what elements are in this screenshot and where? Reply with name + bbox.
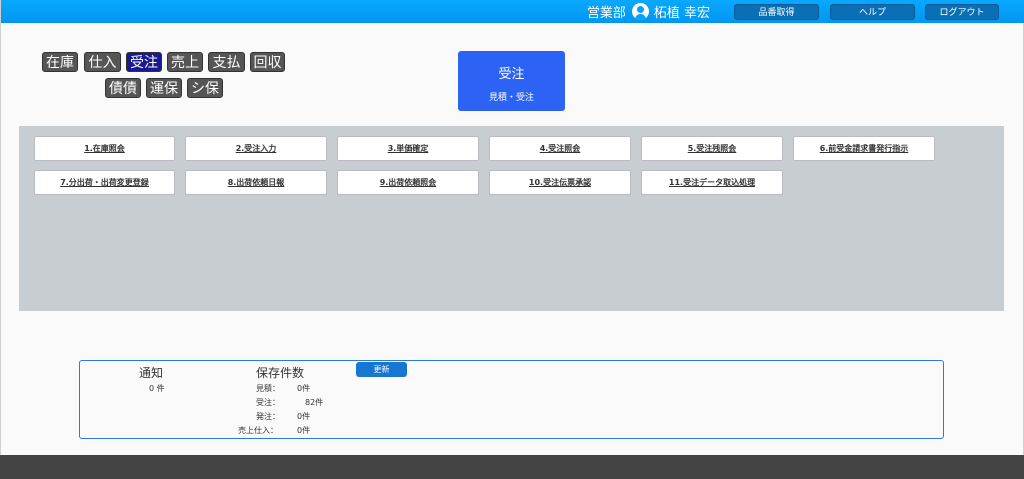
menu-order-data-import[interactable]: 11.受注データ取込処理 [641, 170, 783, 195]
saved-value-estimate: 0件 [297, 384, 311, 393]
notice-title: 通知 [139, 366, 164, 380]
selected-category-subtitle: 見積・受注 [488, 93, 534, 103]
category-transport-insurance[interactable]: 運保 [146, 78, 182, 98]
selected-category-title: 受注 [498, 67, 525, 82]
menu-order-slip-approval[interactable]: 10.受注伝票承認 [489, 170, 631, 195]
menu-inventory-inquiry[interactable]: 1.在庫照会 [34, 136, 175, 161]
menu-panel: 1.在庫照会 2.受注入力 3.単価確定 4.受注照会 5.受注残照会 6.前受… [19, 126, 1004, 311]
top-bar: 営業部 柘植 幸宏 品番取得 ヘルプ ログアウト [1, 0, 1024, 23]
category-payment[interactable]: 支払 [208, 52, 245, 72]
department-label: 営業部 [586, 6, 626, 21]
user-icon [631, 3, 649, 20]
category-debt[interactable]: 債債 [105, 78, 141, 98]
selected-category-box: 受注 見積・受注 [458, 51, 565, 111]
notice-count: 0 件 [149, 384, 165, 393]
menu-advance-invoice-instruction[interactable]: 6.前受金請求書発行指示 [793, 136, 935, 161]
saved-value-purchase-order: 0件 [297, 412, 311, 421]
help-button[interactable]: ヘルプ [830, 3, 915, 20]
category-collection[interactable]: 回収 [250, 52, 285, 72]
category-purchase[interactable]: 仕入 [84, 52, 121, 72]
category-sales[interactable]: 売上 [167, 52, 203, 72]
saved-value-sales-purchase: 0件 [297, 426, 311, 435]
menu-shipment-request-daily[interactable]: 8.出荷依頼日報 [185, 170, 327, 195]
menu-unit-price-confirm[interactable]: 3.単価確定 [337, 136, 479, 161]
menu-shipment-request-inquiry[interactable]: 9.出荷依頼照会 [337, 170, 479, 195]
category-inventory[interactable]: 在庫 [42, 52, 78, 72]
app-frame: 営業部 柘植 幸宏 品番取得 ヘルプ ログアウト 在庫 仕入 受注 売上 支払 … [0, 0, 1024, 455]
refresh-button[interactable]: 更新 [356, 362, 407, 377]
logout-button[interactable]: ログアウト [925, 3, 999, 20]
menu-order-entry[interactable]: 2.受注入力 [185, 136, 327, 161]
category-shi-insurance[interactable]: シ保 [187, 78, 223, 98]
part-number-button[interactable]: 品番取得 [734, 3, 819, 20]
saved-label-purchase-order: 発注： [256, 412, 280, 421]
menu-order-inquiry[interactable]: 4.受注照会 [489, 136, 631, 161]
menu-order-balance-inquiry[interactable]: 5.受注残照会 [641, 136, 783, 161]
saved-label-sales-purchase: 売上仕入： [238, 426, 278, 435]
saved-label-order: 受注： [256, 398, 280, 407]
saved-label-estimate: 見積： [256, 384, 280, 393]
user-name: 柘植 幸宏 [653, 6, 710, 21]
saved-count-title: 保存件数 [256, 366, 305, 380]
menu-split-shipment-registration[interactable]: 7.分出荷・出荷変更登録 [34, 170, 175, 195]
info-box: 通知 0 件 保存件数 更新 見積： 0件 受注： 82件 発注： 0件 売上仕… [79, 360, 944, 439]
category-order[interactable]: 受注 [126, 52, 162, 72]
saved-value-order: 82件 [305, 398, 324, 407]
